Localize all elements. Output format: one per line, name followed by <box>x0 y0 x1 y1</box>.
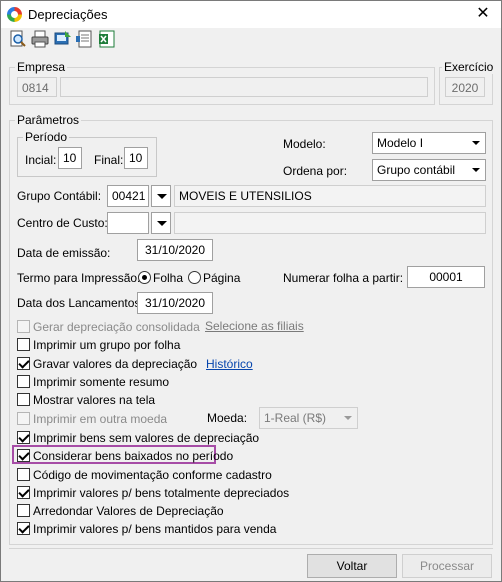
checkbox-mostrar-tela[interactable] <box>17 393 30 406</box>
footer-divider <box>9 548 493 549</box>
checkbox-bens-sem-valores[interactable] <box>17 431 30 444</box>
emissao-input[interactable]: 31/10/2020 <box>137 239 213 261</box>
centro-name-field <box>174 212 486 234</box>
termo-label: Termo para Impressão: <box>17 271 141 285</box>
checkbox-codigo-movimentacao[interactable] <box>17 468 30 481</box>
modelo-value: Modelo I <box>377 136 424 150</box>
checkbox-arredondar[interactable] <box>17 504 30 517</box>
checkbox-label: Código de movimentação conforme cadastro <box>33 468 272 482</box>
empresa-legend: Empresa <box>15 60 68 74</box>
grupo-dropdown-button[interactable] <box>151 185 171 207</box>
chevron-down-icon <box>468 161 484 179</box>
processar-button: Processar <box>402 554 492 578</box>
title-bar: Depreciações ✕ <box>1 1 501 28</box>
moeda-label: Moeda: <box>207 411 248 425</box>
exercicio-legend: Exercício <box>442 60 496 74</box>
modelo-label: Modelo: <box>283 137 326 151</box>
selecione-filiais-link: Selecione as filiais <box>205 319 304 333</box>
lancamentos-input[interactable]: 31/10/2020 <box>137 292 213 314</box>
centro-dropdown-button[interactable] <box>151 212 171 234</box>
checkbox-label: Imprimir um grupo por folha <box>33 338 181 352</box>
termo-pagina-radio[interactable] <box>188 271 201 284</box>
checkbox-label: Considerar bens baixados no período <box>33 449 234 463</box>
termo-pagina-label: Página <box>203 271 241 285</box>
voltar-button[interactable]: Voltar <box>307 554 397 578</box>
chevron-down-icon <box>340 409 356 427</box>
numerar-input[interactable]: 00001 <box>407 266 485 288</box>
grupo-label: Grupo Contábil: <box>17 189 102 203</box>
empresa-code-field: 0814 <box>17 77 57 97</box>
moeda-value: 1-Real (R$) <box>264 411 327 425</box>
preview-icon[interactable] <box>9 30 29 50</box>
grupo-name-field: MOVEIS E UTENSILIOS <box>174 185 486 207</box>
checkbox-gerar-consolidada <box>17 320 30 333</box>
checkbox-label: Imprimir valores p/ bens mantidos para v… <box>33 522 277 536</box>
modelo-select[interactable]: Modelo I <box>372 132 486 154</box>
ordena-label: Ordena por: <box>283 164 348 178</box>
termo-folha-label: Folha <box>153 271 184 285</box>
checkbox-mantidos-venda[interactable] <box>17 522 30 535</box>
checkbox-somente-resumo[interactable] <box>17 375 30 388</box>
checkbox-grupo-por-folha[interactable] <box>17 338 30 351</box>
checkbox-outra-moeda <box>17 412 30 425</box>
checkbox-label: Imprimir somente resumo <box>33 375 170 389</box>
parametros-legend: Parâmetros <box>15 113 82 127</box>
checkbox-label: Imprimir bens sem valores de depreciação <box>33 431 260 445</box>
checkbox-label: Imprimir valores p/ bens totalmente depr… <box>33 486 290 500</box>
export-icon[interactable] <box>54 30 74 50</box>
app-icon <box>7 7 22 22</box>
checkbox-bens-baixados[interactable] <box>17 449 30 462</box>
inicial-input[interactable]: 10 <box>58 147 82 169</box>
ordena-select[interactable]: Grupo contábil <box>372 159 486 181</box>
checkbox-gravar-valores[interactable] <box>17 357 30 370</box>
checkbox-label: Gravar valores da depreciação <box>33 357 198 371</box>
lancamentos-label: Data dos Lancamentos: <box>17 296 144 310</box>
window-title: Depreciações <box>28 7 108 22</box>
grupo-code-input[interactable]: 00421 <box>107 185 149 207</box>
excel-icon[interactable] <box>98 30 118 50</box>
termo-folha-radio[interactable] <box>138 271 151 284</box>
ordena-value: Grupo contábil <box>377 163 456 177</box>
historico-link[interactable]: Histórico <box>206 357 253 371</box>
final-label: Final: <box>94 153 124 167</box>
inicial-label: Incial: <box>25 153 57 167</box>
periodo-legend: Período <box>23 130 70 144</box>
emissao-label: Data de emissão: <box>17 246 111 260</box>
centro-code-input[interactable] <box>107 212 149 234</box>
exercicio-field: 2020 <box>445 77 485 97</box>
centro-label: Centro de Custo: <box>17 216 108 230</box>
final-input[interactable]: 10 <box>124 147 148 169</box>
checkbox-label: Mostrar valores na tela <box>33 393 156 407</box>
close-icon[interactable]: ✕ <box>473 4 493 24</box>
numerar-label: Numerar folha a partir: <box>283 271 404 285</box>
page-setup-icon[interactable] <box>76 30 96 50</box>
empresa-name-field <box>60 77 428 97</box>
checkbox-totalmente-depreciados[interactable] <box>17 486 30 499</box>
print-icon[interactable] <box>31 30 51 50</box>
checkbox-label: Gerar depreciação consolidada <box>33 320 200 334</box>
checkbox-label: Arredondar Valores de Depreciação <box>33 504 224 518</box>
checkbox-label: Imprimir em outra moeda <box>33 412 168 426</box>
depreciacoes-window: Depreciações ✕ Empresa 0814 Exercício 20… <box>0 0 502 582</box>
moeda-select: 1-Real (R$) <box>259 407 358 429</box>
chevron-down-icon <box>468 134 484 152</box>
